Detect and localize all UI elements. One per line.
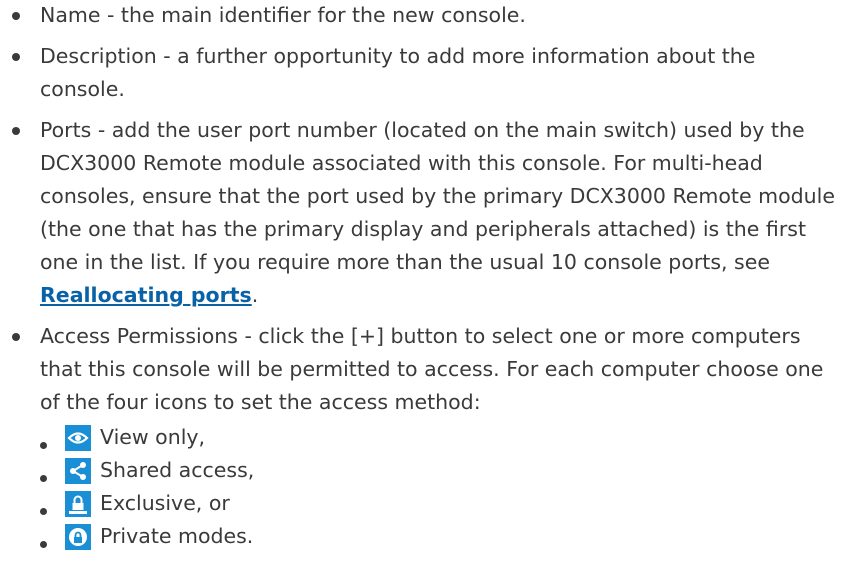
access-mode-shared: Shared access,	[40, 454, 844, 487]
access-mode-private: Private modes.	[40, 520, 844, 553]
bullet-name: Name - the main identifier for the new c…	[0, 0, 856, 32]
access-mode-exclusive: Exclusive, or	[40, 487, 844, 520]
eye-icon	[65, 424, 91, 451]
access-mode-label: Exclusive, or	[100, 491, 230, 515]
access-mode-label: View only,	[100, 425, 206, 449]
access-mode-list: View only, Shared access, Exclusive, or …	[40, 421, 844, 553]
description-text: Description - a further opportunity to a…	[40, 44, 756, 101]
bullet-description: Description - a further opportunity to a…	[0, 40, 856, 106]
private-lock-icon	[65, 523, 91, 550]
reallocating-ports-link[interactable]: Reallocating ports	[40, 283, 252, 307]
bullet-ports: Ports - add the user port number (locate…	[0, 114, 856, 312]
access-mode-label: Private modes.	[100, 524, 254, 548]
share-icon	[65, 457, 91, 484]
bullet-access-permissions: Access Permissions - click the [+] butto…	[0, 320, 856, 553]
bullet-list: Name - the main identifier for the new c…	[0, 0, 856, 561]
ports-text-end: .	[251, 283, 259, 307]
access-mode-label: Shared access,	[100, 458, 255, 482]
document-page: Name - the main identifier for the new c…	[0, 0, 856, 573]
exclusive-lock-icon	[65, 490, 91, 517]
ports-text: Ports - add the user port number (locate…	[40, 118, 835, 274]
name-text: Name - the main identifier for the new c…	[40, 3, 526, 27]
access-mode-view: View only,	[40, 421, 844, 454]
access-text: Access Permissions - click the [+] butto…	[40, 324, 824, 414]
